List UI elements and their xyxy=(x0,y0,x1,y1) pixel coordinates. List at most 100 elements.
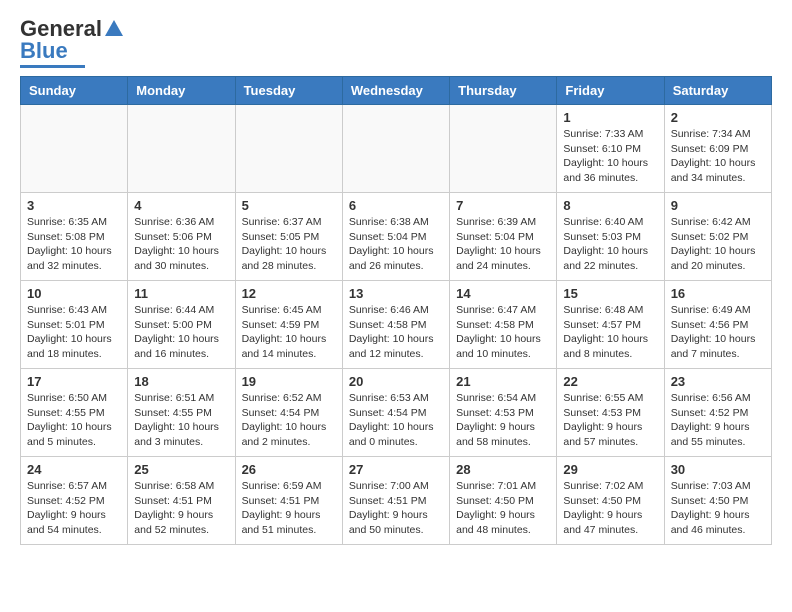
day-number: 2 xyxy=(671,110,765,125)
day-number: 25 xyxy=(134,462,228,477)
day-info: Sunrise: 6:54 AM Sunset: 4:53 PM Dayligh… xyxy=(456,391,550,450)
day-info: Sunrise: 6:47 AM Sunset: 4:58 PM Dayligh… xyxy=(456,303,550,362)
calendar-cell: 4Sunrise: 6:36 AM Sunset: 5:06 PM Daylig… xyxy=(128,193,235,281)
calendar-cell: 5Sunrise: 6:37 AM Sunset: 5:05 PM Daylig… xyxy=(235,193,342,281)
day-header-friday: Friday xyxy=(557,77,664,105)
day-number: 17 xyxy=(27,374,121,389)
calendar-cell xyxy=(21,105,128,193)
calendar-week-2: 10 Sunrise: 6:43 AM Sunset: 5:01 PM Dayli… xyxy=(21,281,772,369)
calendar-wrapper: SundayMondayTuesdayWednesdayThursdayFrid… xyxy=(0,76,792,555)
logo: General Blue xyxy=(20,16,125,68)
day-number: 30 xyxy=(671,462,765,477)
calendar-cell: 20Sunrise: 6:53 AM Sunset: 4:54 PM Dayli… xyxy=(342,369,449,457)
day-info: Sunrise: 7:02 AM Sunset: 4:50 PM Dayligh… xyxy=(563,479,657,538)
day-info: Sunrise: 6:51 AM Sunset: 4:55 PM Dayligh… xyxy=(134,391,228,450)
calendar-week-1: 3 Sunrise: 6:35 AM Sunset: 5:08 PM Daylig… xyxy=(21,193,772,281)
day-number: 16 xyxy=(671,286,765,301)
day-number: 18 xyxy=(134,374,228,389)
day-info: Sunrise: 6:45 AM Sunset: 4:59 PM Dayligh… xyxy=(242,303,336,362)
day-info: Sunrise: 6:42 AM Sunset: 5:02 PM Dayligh… xyxy=(671,215,765,274)
calendar-cell xyxy=(128,105,235,193)
day-info: Sunrise: 6:57 AM Sunset: 4:52 PM Dayligh… xyxy=(27,479,121,538)
day-number: 1 xyxy=(563,110,657,125)
calendar-cell: 19Sunrise: 6:52 AM Sunset: 4:54 PM Dayli… xyxy=(235,369,342,457)
calendar-cell: 11 Sunrise: 6:44 AM Sunset: 5:00 PM Dayli… xyxy=(128,281,235,369)
day-header-wednesday: Wednesday xyxy=(342,77,449,105)
day-number: 12 xyxy=(242,286,336,301)
calendar-cell: 27 Sunrise: 7:00 AM Sunset: 4:51 PM Dayli… xyxy=(342,457,449,545)
day-number: 3 xyxy=(27,198,121,213)
day-number: 27 xyxy=(349,462,443,477)
day-info: Sunrise: 6:50 AM Sunset: 4:55 PM Dayligh… xyxy=(27,391,121,450)
calendar-cell: 3 Sunrise: 6:35 AM Sunset: 5:08 PM Daylig… xyxy=(21,193,128,281)
calendar-header-row: SundayMondayTuesdayWednesdayThursdayFrid… xyxy=(21,77,772,105)
day-number: 10 xyxy=(27,286,121,301)
calendar-table: SundayMondayTuesdayWednesdayThursdayFrid… xyxy=(20,76,772,545)
calendar-cell: 25 Sunrise: 6:58 AM Sunset: 4:51 PM Dayli… xyxy=(128,457,235,545)
day-info: Sunrise: 6:46 AM Sunset: 4:58 PM Dayligh… xyxy=(349,303,443,362)
calendar-cell xyxy=(450,105,557,193)
calendar-cell: 23Sunrise: 6:56 AM Sunset: 4:52 PM Dayli… xyxy=(664,369,771,457)
calendar-cell: 13 Sunrise: 6:46 AM Sunset: 4:58 PM Dayli… xyxy=(342,281,449,369)
calendar-cell: 16 Sunrise: 6:49 AM Sunset: 4:56 PM Dayli… xyxy=(664,281,771,369)
day-number: 26 xyxy=(242,462,336,477)
day-number: 15 xyxy=(563,286,657,301)
day-number: 8 xyxy=(563,198,657,213)
logo-blue: Blue xyxy=(20,38,68,64)
calendar-cell: 18 Sunrise: 6:51 AM Sunset: 4:55 PM Dayli… xyxy=(128,369,235,457)
page-header: General Blue xyxy=(0,0,792,76)
day-info: Sunrise: 6:43 AM Sunset: 5:01 PM Dayligh… xyxy=(27,303,121,362)
day-info: Sunrise: 7:34 AM Sunset: 6:09 PM Dayligh… xyxy=(671,127,765,186)
day-info: Sunrise: 6:39 AM Sunset: 5:04 PM Dayligh… xyxy=(456,215,550,274)
day-header-saturday: Saturday xyxy=(664,77,771,105)
calendar-cell: 10 Sunrise: 6:43 AM Sunset: 5:01 PM Dayli… xyxy=(21,281,128,369)
calendar-cell: 1 Sunrise: 7:33 AM Sunset: 6:10 PM Daylig… xyxy=(557,105,664,193)
calendar-cell: 28Sunrise: 7:01 AM Sunset: 4:50 PM Dayli… xyxy=(450,457,557,545)
calendar-cell: 17 Sunrise: 6:50 AM Sunset: 4:55 PM Dayli… xyxy=(21,369,128,457)
day-number: 13 xyxy=(349,286,443,301)
day-number: 20 xyxy=(349,374,443,389)
day-info: Sunrise: 7:01 AM Sunset: 4:50 PM Dayligh… xyxy=(456,479,550,538)
calendar-cell: 9 Sunrise: 6:42 AM Sunset: 5:02 PM Daylig… xyxy=(664,193,771,281)
day-number: 21 xyxy=(456,374,550,389)
calendar-cell: 21 Sunrise: 6:54 AM Sunset: 4:53 PM Dayli… xyxy=(450,369,557,457)
logo-icon xyxy=(103,18,125,40)
day-info: Sunrise: 7:03 AM Sunset: 4:50 PM Dayligh… xyxy=(671,479,765,538)
day-info: Sunrise: 6:44 AM Sunset: 5:00 PM Dayligh… xyxy=(134,303,228,362)
calendar-cell: 6 Sunrise: 6:38 AM Sunset: 5:04 PM Daylig… xyxy=(342,193,449,281)
calendar-cell: 24 Sunrise: 6:57 AM Sunset: 4:52 PM Dayli… xyxy=(21,457,128,545)
day-info: Sunrise: 6:37 AM Sunset: 5:05 PM Dayligh… xyxy=(242,215,336,274)
calendar-cell: 8 Sunrise: 6:40 AM Sunset: 5:03 PM Daylig… xyxy=(557,193,664,281)
calendar-cell: 14Sunrise: 6:47 AM Sunset: 4:58 PM Dayli… xyxy=(450,281,557,369)
day-number: 7 xyxy=(456,198,550,213)
day-number: 11 xyxy=(134,286,228,301)
calendar-cell: 2 Sunrise: 7:34 AM Sunset: 6:09 PM Daylig… xyxy=(664,105,771,193)
day-number: 29 xyxy=(563,462,657,477)
calendar-week-3: 17 Sunrise: 6:50 AM Sunset: 4:55 PM Dayli… xyxy=(21,369,772,457)
calendar-cell: 12 Sunrise: 6:45 AM Sunset: 4:59 PM Dayli… xyxy=(235,281,342,369)
day-info: Sunrise: 6:38 AM Sunset: 5:04 PM Dayligh… xyxy=(349,215,443,274)
day-number: 23 xyxy=(671,374,765,389)
day-header-monday: Monday xyxy=(128,77,235,105)
day-number: 24 xyxy=(27,462,121,477)
calendar-cell xyxy=(342,105,449,193)
day-info: Sunrise: 6:40 AM Sunset: 5:03 PM Dayligh… xyxy=(563,215,657,274)
day-info: Sunrise: 7:33 AM Sunset: 6:10 PM Dayligh… xyxy=(563,127,657,186)
calendar-cell: 30 Sunrise: 7:03 AM Sunset: 4:50 PM Dayli… xyxy=(664,457,771,545)
calendar-cell xyxy=(235,105,342,193)
calendar-cell: 26 Sunrise: 6:59 AM Sunset: 4:51 PM Dayli… xyxy=(235,457,342,545)
day-number: 6 xyxy=(349,198,443,213)
day-number: 9 xyxy=(671,198,765,213)
day-info: Sunrise: 6:59 AM Sunset: 4:51 PM Dayligh… xyxy=(242,479,336,538)
day-info: Sunrise: 6:36 AM Sunset: 5:06 PM Dayligh… xyxy=(134,215,228,274)
day-info: Sunrise: 6:49 AM Sunset: 4:56 PM Dayligh… xyxy=(671,303,765,362)
day-number: 19 xyxy=(242,374,336,389)
day-info: Sunrise: 6:48 AM Sunset: 4:57 PM Dayligh… xyxy=(563,303,657,362)
calendar-cell: 22Sunrise: 6:55 AM Sunset: 4:53 PM Dayli… xyxy=(557,369,664,457)
calendar-cell: 29 Sunrise: 7:02 AM Sunset: 4:50 PM Dayli… xyxy=(557,457,664,545)
day-info: Sunrise: 6:58 AM Sunset: 4:51 PM Dayligh… xyxy=(134,479,228,538)
calendar-cell: 7 Sunrise: 6:39 AM Sunset: 5:04 PM Daylig… xyxy=(450,193,557,281)
day-info: Sunrise: 7:00 AM Sunset: 4:51 PM Dayligh… xyxy=(349,479,443,538)
day-info: Sunrise: 6:35 AM Sunset: 5:08 PM Dayligh… xyxy=(27,215,121,274)
calendar-week-0: 1 Sunrise: 7:33 AM Sunset: 6:10 PM Daylig… xyxy=(21,105,772,193)
